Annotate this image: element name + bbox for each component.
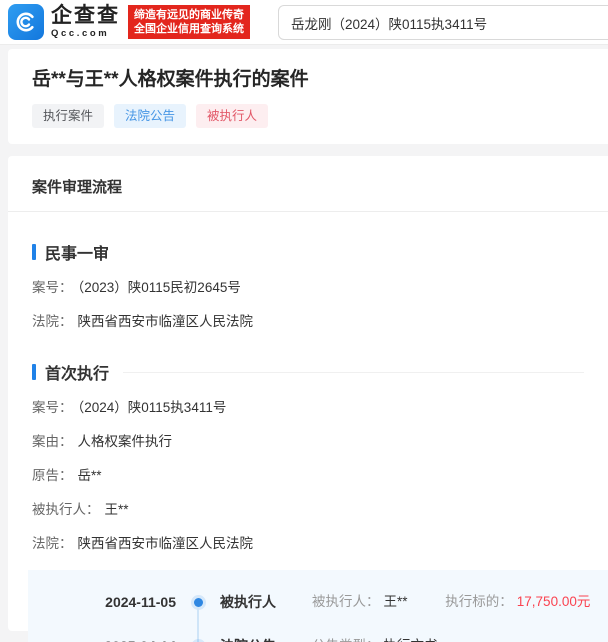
timeline-date: 2025-04-14 xyxy=(28,636,176,642)
stage-accent-bar xyxy=(32,244,36,260)
stage-accent-bar xyxy=(32,364,36,380)
field-person-subject-to-execution: 被执行人： 王** xyxy=(32,500,584,520)
qcc-logo-icon xyxy=(8,4,44,40)
stage-name: 民事一审 xyxy=(45,240,109,264)
stage-header: 民事一审 xyxy=(32,240,584,264)
field-value: （2023）陕0115民初2645号 xyxy=(78,280,241,295)
detail-value: 执行文书 xyxy=(384,638,438,642)
stage-civil-first-instance: 民事一审 案号： （2023）陕0115民初2645号 法院： 陕西省西安市临潼区人… xyxy=(8,240,608,332)
qcc-logo[interactable]: 企查查 Qcc.com xyxy=(8,4,120,40)
field-label: 案号： xyxy=(32,400,73,415)
stage-header: 首次执行 xyxy=(32,360,584,384)
detail-label: 公告类型： xyxy=(312,638,380,642)
section-divider xyxy=(8,211,608,212)
field-value: 陕西省西安市临潼区人民法院 xyxy=(78,314,254,329)
timeline-dot-column xyxy=(176,592,220,607)
field-value: 王** xyxy=(105,502,129,517)
banner-line2: 全国企业信用查询系统 xyxy=(134,22,244,36)
stage-name: 首次执行 xyxy=(45,360,109,384)
qcc-logo-cn: 企查查 xyxy=(51,5,120,26)
field-label: 法院： xyxy=(32,314,73,329)
field-cause-of-action: 案由： 人格权案件执行 xyxy=(32,432,584,452)
timeline-dot-icon xyxy=(194,598,203,607)
tag-person-subject-to-execution[interactable]: 被执行人 xyxy=(196,104,268,128)
tag-execution-case[interactable]: 执行案件 xyxy=(32,104,104,128)
detail-execution-target: 执行标的： 17,750.00元 xyxy=(445,594,590,609)
field-value: 陕西省西安市临潼区人民法院 xyxy=(78,536,254,551)
field-plaintiff: 原告： 岳** xyxy=(32,466,584,486)
case-flow-card: 案件审理流程 民事一审 案号： （2023）陕0115民初2645号 法院： 陕西省… xyxy=(8,156,608,631)
timeline-event-type[interactable]: 法院公告 xyxy=(220,636,312,642)
field-court: 法院： 陕西省西安市临潼区人民法院 xyxy=(32,312,584,332)
search-input[interactable] xyxy=(278,5,608,40)
stage-first-execution: 首次执行 案号： （2024）陕0115执3411号 案由： 人格权案件执行 原告：… xyxy=(8,360,608,554)
detail-announcement-type: 公告类型： 执行文书 xyxy=(312,636,438,642)
field-label: 被执行人： xyxy=(32,502,100,517)
detail-executed-person: 被执行人： 王** xyxy=(312,594,408,609)
timeline-row-executed-person: 2024-11-05 被执行人 被执行人： 王** 执行标的： 17,750.00元 xyxy=(28,592,608,612)
top-header: 企查查 Qcc.com 缔造有远见的商业传奇 全国企业信用查询系统 xyxy=(0,0,608,45)
timeline-details: 公告类型：执行文书 送达对象：王** xyxy=(312,636,438,642)
field-label: 法院： xyxy=(32,536,73,551)
field-label: 案号： xyxy=(32,280,73,295)
case-title: 岳**与王**人格权案件执行的案件 xyxy=(32,64,584,91)
section-title-case-flow: 案件审理流程 xyxy=(8,176,608,211)
field-value: 岳** xyxy=(78,468,102,483)
tag-court-announcement[interactable]: 法院公告 xyxy=(114,104,186,128)
case-tags: 执行案件 法院公告 被执行人 xyxy=(32,104,584,128)
field-label: 原告： xyxy=(32,468,73,483)
stage-rule-line xyxy=(123,372,584,373)
timeline-details: 被执行人： 王** 执行标的： 17,750.00元 xyxy=(312,592,590,612)
timeline-dot-column xyxy=(176,636,220,642)
timeline-event-type[interactable]: 被执行人 xyxy=(220,592,312,612)
timeline-date: 2024-11-05 xyxy=(28,592,176,612)
brand-slogan-banner: 缔造有远见的商业传奇 全国企业信用查询系统 xyxy=(128,5,250,39)
qcc-mark-icon xyxy=(14,10,38,34)
detail-value-amount: 17,750.00元 xyxy=(517,594,591,609)
field-label: 案由： xyxy=(32,434,73,449)
banner-line1: 缔造有远见的商业传奇 xyxy=(134,8,244,22)
field-value: （2024）陕0115执3411号 xyxy=(78,400,227,415)
detail-value: 王** xyxy=(384,594,408,609)
timeline-row-court-announcement: 2025-04-14 法院公告 公告类型：执行文书 送达对象：王** xyxy=(28,636,608,642)
detail-label: 执行标的： xyxy=(445,594,513,609)
qcc-logo-text: 企查查 Qcc.com xyxy=(51,5,120,39)
field-case-number: 案号： （2024）陕0115执3411号 xyxy=(32,398,584,418)
field-value: 人格权案件执行 xyxy=(78,434,173,449)
timeline-panel: 2024-11-05 被执行人 被执行人： 王** 执行标的： 17,750.00元… xyxy=(28,570,608,642)
detail-label: 被执行人： xyxy=(312,594,380,609)
field-court: 法院： 陕西省西安市临潼区人民法院 xyxy=(32,534,584,554)
field-case-number: 案号： （2023）陕0115民初2645号 xyxy=(32,278,584,298)
qcc-logo-en: Qcc.com xyxy=(51,29,120,39)
case-title-card: 岳**与王**人格权案件执行的案件 执行案件 法院公告 被执行人 xyxy=(8,49,608,144)
